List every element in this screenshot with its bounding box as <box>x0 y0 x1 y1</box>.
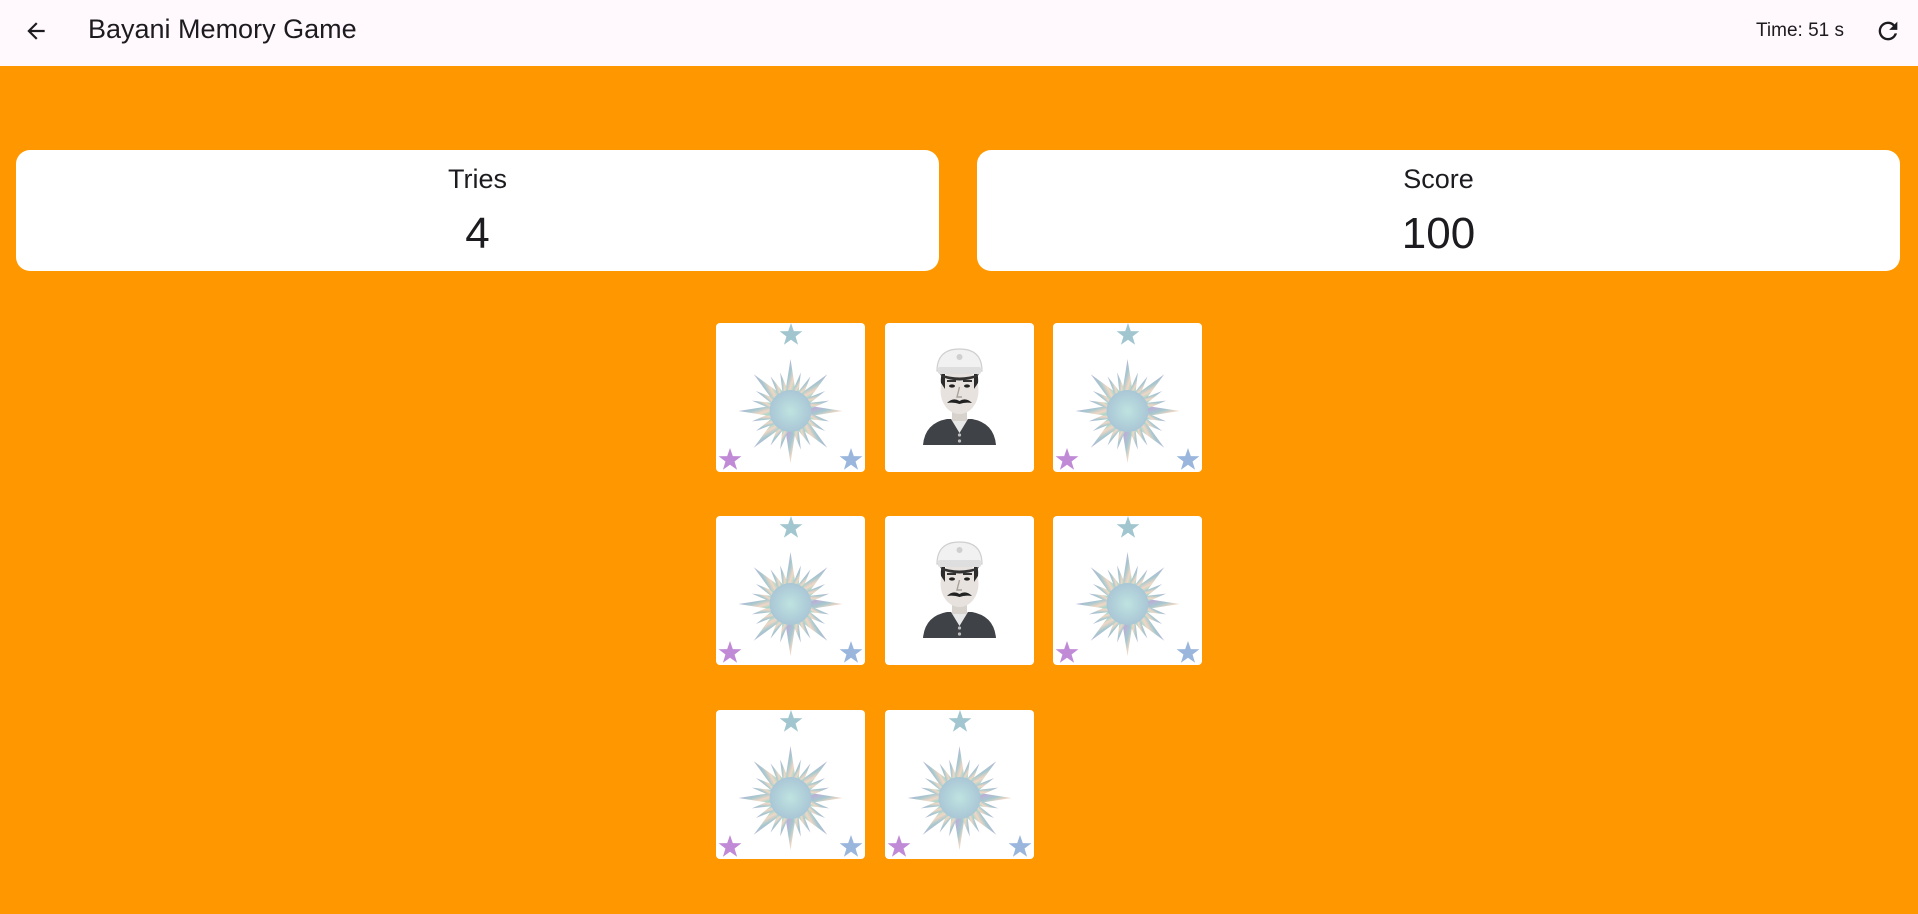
card-back-sun-icon <box>716 323 865 472</box>
refresh-icon <box>1874 17 1902 50</box>
arrow-back-icon <box>23 18 49 49</box>
score-label: Score <box>1403 164 1474 194</box>
memory-card-1[interactable] <box>716 323 865 472</box>
card-back-sun-icon <box>1053 323 1202 472</box>
refresh-button[interactable] <box>1866 11 1910 55</box>
tries-label: Tries <box>448 164 507 194</box>
app-bar: Bayani Memory Game Time: 51 s <box>0 0 1918 66</box>
page-title: Bayani Memory Game <box>88 14 357 44</box>
card-back-sun-icon <box>1053 516 1202 665</box>
memory-card-6[interactable] <box>1053 516 1202 665</box>
card-back-sun-icon <box>716 516 865 665</box>
memory-card-4[interactable] <box>716 516 865 665</box>
score-card: Score 100 <box>977 150 1900 271</box>
memory-card-7[interactable] <box>716 710 865 859</box>
memory-card-3[interactable] <box>1053 323 1202 472</box>
memory-card-2[interactable] <box>885 323 1034 472</box>
card-back-sun-icon <box>885 710 1034 859</box>
hero-portrait-icon <box>885 323 1034 472</box>
hero-portrait-icon <box>885 516 1034 665</box>
back-button[interactable] <box>14 11 58 55</box>
tries-value: 4 <box>465 209 490 258</box>
tries-card: Tries 4 <box>16 150 939 271</box>
timer-text: Time: 51 s <box>1756 20 1844 41</box>
memory-card-5[interactable] <box>885 516 1034 665</box>
score-value: 100 <box>1401 209 1476 258</box>
card-back-sun-icon <box>716 710 865 859</box>
memory-card-8[interactable] <box>885 710 1034 859</box>
